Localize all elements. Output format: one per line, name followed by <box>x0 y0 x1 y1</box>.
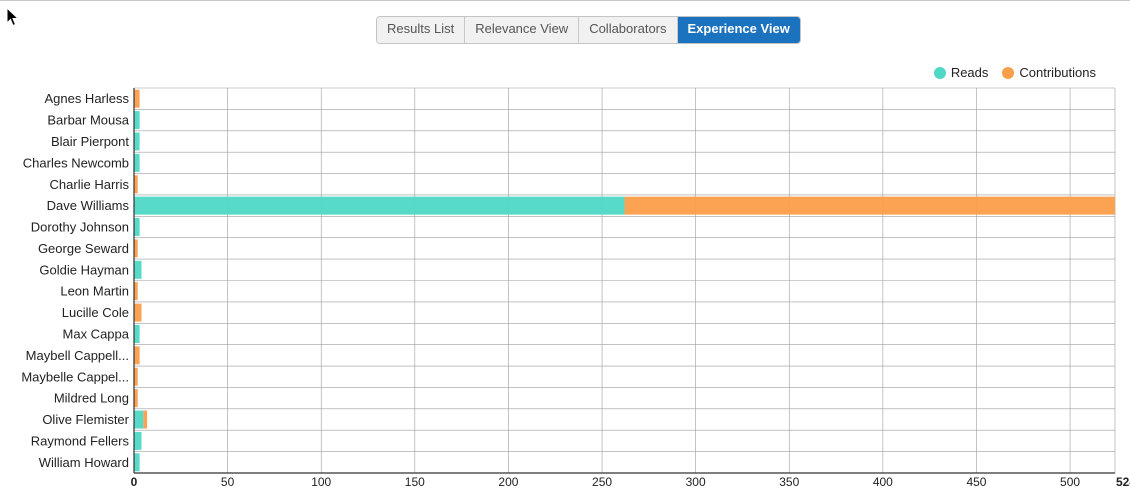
y-axis-label: Max Cappa <box>63 326 130 341</box>
bar-contributions[interactable] <box>624 196 1116 215</box>
y-axis-label: Agnes Harless <box>44 91 129 106</box>
bar-reads[interactable] <box>134 218 140 237</box>
y-axis-label: Maybell Cappell... <box>26 348 129 363</box>
bar-reads[interactable] <box>134 410 144 429</box>
x-tick-label: 300 <box>686 475 706 488</box>
bar-reads[interactable] <box>134 453 140 472</box>
bar-reads[interactable] <box>134 153 140 172</box>
y-axis-label: Dorothy Johnson <box>31 220 129 235</box>
x-tick-label: 350 <box>779 475 799 488</box>
x-tick-label: 400 <box>873 475 893 488</box>
bar-reads[interactable] <box>134 111 140 130</box>
x-tick-label: 150 <box>405 475 425 488</box>
y-axis-label: Dave Williams <box>47 198 130 213</box>
bar-reads[interactable] <box>134 196 625 215</box>
y-axis-label: Leon Martin <box>60 284 129 299</box>
x-tick-label: 200 <box>498 475 518 488</box>
bar-contributions[interactable] <box>143 410 148 429</box>
bar-contributions[interactable] <box>134 89 140 108</box>
experience-bar-chart: Agnes Harless Barbar Mousa Blair Pierpont C… <box>21 87 1130 488</box>
y-axis-label: Olive Flemister <box>42 412 129 427</box>
x-tick-label: 50 <box>221 475 235 488</box>
y-axis-label: Barbar Mousa <box>47 113 129 128</box>
x-tick-label: 100 <box>311 475 331 488</box>
bar-reads[interactable] <box>134 132 140 151</box>
x-tick-label: 500 <box>1060 475 1080 488</box>
y-axis-label: Maybelle Cappel... <box>21 369 129 384</box>
y-axis-label: Goldie Hayman <box>39 262 129 277</box>
y-axis-label: Raymond Fellers <box>31 433 130 448</box>
x-tick-label: 524 <box>1116 475 1130 488</box>
bar-contributions[interactable] <box>134 346 140 365</box>
bar-reads[interactable] <box>134 324 140 343</box>
x-tick-label: 450 <box>966 475 986 488</box>
y-axis-label: Lucille Cole <box>62 305 129 320</box>
bar-reads[interactable] <box>134 260 142 279</box>
y-axis-label: Charles Newcomb <box>23 155 129 170</box>
y-axis-label: Blair Pierpont <box>51 134 129 149</box>
y-axis-label: Mildred Long <box>54 391 129 406</box>
y-axis-label: George Seward <box>38 241 129 256</box>
bar-reads[interactable] <box>134 431 142 450</box>
x-tick-label: 250 <box>592 475 612 488</box>
x-tick-label: 0 <box>131 475 138 488</box>
y-axis-label: William Howard <box>39 455 129 470</box>
y-axis-label: Charlie Harris <box>50 177 130 192</box>
bar-contributions[interactable] <box>134 303 142 322</box>
